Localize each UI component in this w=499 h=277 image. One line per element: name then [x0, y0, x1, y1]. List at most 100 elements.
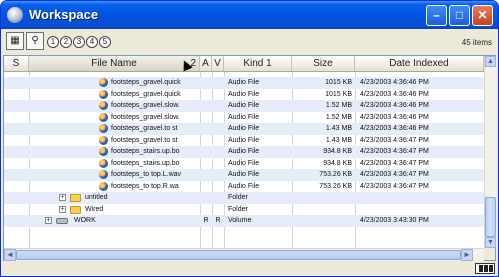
- scroll-left-button[interactable]: ◄: [4, 249, 16, 261]
- attr-v-cell: [212, 123, 224, 134]
- file-name-cell: footsteps_to top.R.wa: [111, 182, 179, 190]
- size-cell: 934.8 KB: [323, 159, 352, 167]
- size-cell: 1015 KB: [325, 90, 352, 98]
- marker-2-button[interactable]: 2: [60, 36, 72, 48]
- audio-file-icon: [99, 112, 108, 122]
- date-indexed-cell: 4/23/2003 4:36:46 PM: [360, 90, 429, 98]
- column-v[interactable]: V: [212, 56, 224, 71]
- date-indexed-cell: 4/23/2003 4:36:47 PM: [360, 171, 429, 178]
- scroll-up-button[interactable]: ▲: [485, 56, 496, 67]
- expand-toggle[interactable]: +: [59, 205, 66, 213]
- date-indexed-cell: 4/23/2003 4:36:46 PM: [360, 113, 429, 121]
- size-cell: 1.52 MB: [325, 113, 352, 121]
- size-cell: 1015 KB: [325, 79, 352, 86]
- file-row[interactable]: footsteps_stairs.up.bo Audio File 934.8 KB…: [4, 158, 484, 170]
- attr-a-cell: [200, 169, 212, 180]
- workspace-window: Workspace – □ ✕ ▦ ⚲ 1 2 3 4 5 45 items S…: [0, 0, 499, 277]
- horizontal-scroll-thumb[interactable]: [16, 250, 461, 260]
- expand-toggle[interactable]: +: [45, 217, 52, 224]
- column-s[interactable]: S: [4, 56, 29, 71]
- app-icon[interactable]: [7, 7, 23, 23]
- attr-a-cell: [200, 158, 212, 169]
- workspace-tool-icon[interactable]: ▦: [6, 32, 24, 50]
- kind-cell: Folder: [228, 194, 248, 201]
- date-indexed-cell: 4/23/2003 4:36:46 PM: [360, 79, 429, 86]
- vertical-scroll-thumb[interactable]: [485, 197, 496, 237]
- search-tool-icon[interactable]: ⚲: [26, 32, 44, 50]
- view-mode-button[interactable]: [475, 263, 495, 274]
- column-a[interactable]: A: [200, 56, 212, 71]
- column-file-name[interactable]: File Name 2: [29, 56, 200, 71]
- column-file-name-label: File Name: [91, 58, 137, 69]
- file-name-cell: footsteps_gravel.slow.: [111, 113, 180, 121]
- file-row[interactable]: footsteps_to top.L.wav Audio File 753.26 K…: [4, 169, 484, 181]
- audio-file-icon: [99, 135, 108, 145]
- attr-a-cell: R: [203, 217, 209, 224]
- scroll-right-button[interactable]: ►: [461, 249, 473, 261]
- minimize-button[interactable]: –: [426, 5, 447, 26]
- date-indexed-cell: [360, 204, 484, 215]
- toolbar: ▦ ⚲ 1 2 3 4 5 45 items: [1, 29, 498, 55]
- marker-1-button[interactable]: 1: [47, 36, 59, 48]
- column-size[interactable]: Size: [292, 56, 355, 71]
- close-button[interactable]: ✕: [472, 5, 493, 26]
- attr-a-cell: [200, 146, 212, 157]
- date-indexed-cell: 4/23/2003 4:36:47 PM: [360, 148, 429, 155]
- file-row[interactable]: footsteps_gravel.slow. Audio File 1.52 MB 4…: [4, 112, 484, 124]
- file-row[interactable]: footsteps_to top.R.wa Audio File 753.26 KB…: [4, 181, 484, 193]
- kind-cell: Audio File: [228, 113, 260, 121]
- date-indexed-cell: 4/23/2003 4:36:47 PM: [360, 159, 429, 167]
- size-grip: [484, 248, 495, 260]
- file-row[interactable]: footsteps_stairs.up.bo Audio File 934.8 KB…: [4, 146, 484, 158]
- folder-row[interactable]: + untitled Folder: [4, 192, 484, 204]
- column-kind-label: Kind: [243, 58, 264, 69]
- marker-4-button[interactable]: 4: [86, 36, 98, 48]
- file-name-cell: untitled: [85, 194, 108, 201]
- attr-a-cell: [200, 112, 212, 123]
- attr-v-cell: [212, 158, 224, 169]
- file-row[interactable]: footsteps_gravel.to st Audio File 1.43 MB 4…: [4, 123, 484, 135]
- file-name-cell: footsteps_to top.L.wav: [111, 171, 182, 178]
- attr-a-cell: [200, 204, 212, 215]
- size-cell: 1.52 MB: [325, 102, 352, 109]
- column-date-indexed[interactable]: Date Indexed: [355, 56, 484, 71]
- folder-icon: [70, 194, 81, 202]
- scroll-down-button[interactable]: ▼: [485, 237, 496, 248]
- attr-a-cell: [200, 100, 212, 111]
- horizontal-scrollbar[interactable]: ◄ ►: [4, 248, 484, 261]
- file-row[interactable]: footsteps_gravel.quick Audio File 1015 KB 4…: [4, 77, 484, 89]
- kind-cell: Audio File: [228, 159, 260, 167]
- attr-v-cell: [212, 146, 224, 157]
- drive-icon: [56, 218, 68, 224]
- expand-toggle[interactable]: +: [59, 194, 66, 201]
- audio-file-icon: [99, 158, 108, 168]
- folder-row[interactable]: + Wired Folder: [4, 204, 484, 216]
- attr-a-cell: [200, 123, 212, 134]
- date-indexed-cell: [360, 192, 484, 203]
- items-count: 45 items: [461, 38, 492, 47]
- attr-v-cell: [212, 100, 224, 111]
- size-cell: 1.43 MB: [325, 125, 352, 132]
- marker-5-button[interactable]: 5: [99, 36, 111, 48]
- marker-3-button[interactable]: 3: [73, 36, 85, 48]
- maximize-button[interactable]: □: [449, 5, 470, 26]
- attr-a-cell: [200, 192, 212, 203]
- column-kind[interactable]: Kind 1: [224, 56, 292, 71]
- kind-sort-index: 1: [266, 58, 272, 69]
- column-header-row: S File Name 2 A V Kind 1 Size Date Index…: [4, 56, 484, 72]
- volume-row[interactable]: + WORK R R Volume 4/23/2003 3:43:30 PM: [4, 215, 484, 227]
- audio-file-icon: [99, 101, 108, 110]
- size-cell: 753.26 KB: [319, 171, 352, 178]
- file-row[interactable]: footsteps_gravel.quick Audio File 1015 KB 4…: [4, 89, 484, 101]
- size-cell: 934.8 KB: [323, 148, 352, 155]
- audio-file-icon: [99, 181, 108, 191]
- audio-file-icon: [99, 147, 108, 156]
- kind-cell: Audio File: [228, 136, 260, 144]
- file-row[interactable]: footsteps_gravel.slow. Audio File 1.52 MB 4…: [4, 100, 484, 112]
- vertical-scrollbar[interactable]: ▲ ▼: [484, 56, 496, 248]
- file-row[interactable]: footsteps_gravel.to st Audio File 1.43 MB 4…: [4, 135, 484, 147]
- size-cell: [292, 215, 352, 226]
- attr-a-cell: [200, 89, 212, 100]
- kind-cell: Audio File: [228, 148, 260, 155]
- title-bar[interactable]: Workspace – □ ✕: [1, 1, 498, 29]
